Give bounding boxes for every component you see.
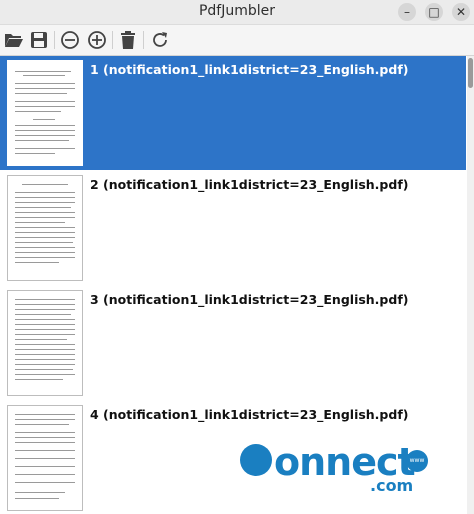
page-label: 2 (notification1_link1district=23_Englis… xyxy=(90,177,409,192)
maximize-button[interactable]: □ xyxy=(425,3,443,21)
close-button[interactable]: ✕ xyxy=(452,3,470,21)
watermark-suffix: .com xyxy=(370,476,414,495)
page-item[interactable]: 2 (notification1_link1district=23_Englis… xyxy=(0,171,466,285)
page-thumbnail[interactable] xyxy=(7,175,83,281)
zoom-out-icon xyxy=(61,31,79,49)
watermark-logo: onnect .com www xyxy=(240,440,430,502)
rotate-button[interactable] xyxy=(149,29,171,51)
zoom-out-button[interactable] xyxy=(59,29,81,51)
page-item[interactable]: 1 (notification1_link1district=23_Englis… xyxy=(0,56,466,170)
page-label: 1 (notification1_link1district=23_Englis… xyxy=(90,62,409,77)
page-thumbnail[interactable] xyxy=(7,60,83,166)
watermark-c-icon xyxy=(240,444,272,476)
toolbar-separator xyxy=(54,31,55,49)
toolbar-separator xyxy=(143,31,144,49)
delete-button[interactable] xyxy=(117,29,139,51)
page-label: 3 (notification1_link1district=23_Englis… xyxy=(90,292,409,307)
toolbar xyxy=(0,25,474,56)
open-button[interactable] xyxy=(3,29,25,51)
save-icon xyxy=(31,32,47,48)
rotate-icon xyxy=(153,32,167,47)
trash-icon xyxy=(121,31,135,49)
zoom-in-button[interactable] xyxy=(86,29,108,51)
page-item[interactable]: 3 (notification1_link1district=23_Englis… xyxy=(0,286,466,400)
title-bar: PdfJumbler – □ ✕ xyxy=(0,0,474,25)
minimize-button[interactable]: – xyxy=(398,3,416,21)
scrollbar[interactable] xyxy=(467,56,474,514)
page-thumbnail[interactable] xyxy=(7,405,83,511)
save-button[interactable] xyxy=(28,29,50,51)
toolbar-separator xyxy=(112,31,113,49)
folder-open-icon xyxy=(5,34,23,47)
scrollbar-thumb[interactable] xyxy=(468,58,473,88)
watermark-badge: www xyxy=(406,450,428,472)
zoom-in-icon xyxy=(88,31,106,49)
page-thumbnail[interactable] xyxy=(7,290,83,396)
page-label: 4 (notification1_link1district=23_Englis… xyxy=(90,407,409,422)
